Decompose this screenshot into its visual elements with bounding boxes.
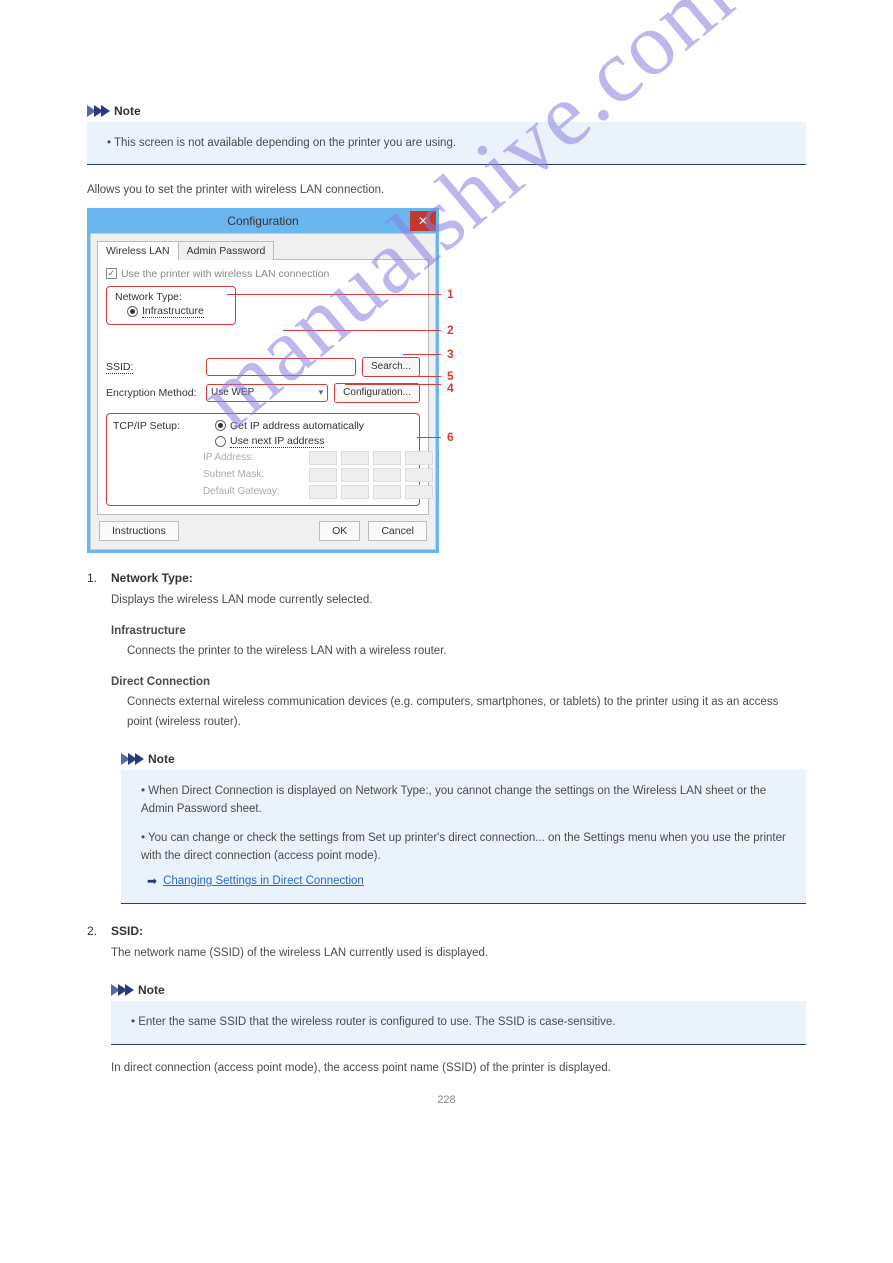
callout-2: 2	[447, 323, 454, 337]
ip-address-label: IP Address:	[203, 452, 303, 463]
arrow-right-icon: ➡	[147, 872, 157, 891]
use-next-ip-label: Use next IP address	[230, 435, 324, 448]
configuration-button[interactable]: Configuration...	[334, 383, 420, 403]
infrastructure-radio[interactable]	[127, 306, 138, 317]
use-next-ip-radio[interactable]	[215, 436, 226, 447]
item-1: 1. Network Type:	[87, 571, 806, 585]
tab-wireless-lan[interactable]: Wireless LAN	[97, 241, 179, 260]
encryption-value: Use WEP	[211, 387, 254, 398]
item-1-number: 1.	[87, 571, 105, 585]
callout-6: 6	[447, 430, 454, 444]
infrastructure-label: Infrastructure	[142, 305, 204, 318]
direct-connection-heading: Direct Connection	[111, 673, 806, 693]
dialog-title-text: Configuration	[227, 214, 298, 228]
chevron-icon	[121, 753, 142, 765]
direct-connection-link[interactable]: Changing Settings in Direct Connection	[163, 872, 364, 890]
get-ip-auto-label: Get IP address automatically	[230, 420, 364, 432]
chevron-icon	[87, 105, 108, 117]
chevron-down-icon: ▾	[319, 387, 324, 398]
note-content: • This screen is not available depending…	[87, 122, 806, 165]
subnet-mask-label: Subnet Mask:	[203, 469, 303, 480]
search-button[interactable]: Search...	[362, 357, 420, 377]
direct-connection-body: Connects external wireless communication…	[127, 693, 806, 732]
callout-3: 3	[447, 347, 454, 361]
ssid-input[interactable]	[206, 358, 356, 376]
item-1-line1: Displays the wireless LAN mode currently…	[111, 591, 806, 611]
note-block-top: Note • This screen is not available depe…	[87, 100, 806, 165]
tcpip-label: TCP/IP Setup:	[113, 420, 193, 432]
network-type-label: Network Type:	[115, 291, 227, 303]
use-wireless-label: Use the printer with wireless LAN connec…	[121, 268, 329, 280]
use-wireless-checkbox[interactable]: ✓	[106, 268, 117, 279]
callout-4: 4	[447, 381, 454, 395]
encryption-label: Encryption Method:	[106, 387, 200, 399]
item-2-line1: The network name (SSID) of the wireless …	[111, 944, 806, 964]
infrastructure-heading: Infrastructure	[111, 622, 806, 642]
cancel-button[interactable]: Cancel	[368, 521, 427, 541]
dialog-window: Configuration ✕ Wireless LAN Admin Passw…	[87, 208, 439, 553]
note-content-item2: • Enter the same SSID that the wireless …	[111, 1001, 806, 1044]
ok-button[interactable]: OK	[319, 521, 360, 541]
item-2-title: SSID:	[111, 924, 143, 938]
note-heading: Note	[114, 104, 141, 118]
close-icon[interactable]: ✕	[410, 211, 436, 231]
note-bullet-item1b: • You can change or check the settings f…	[141, 829, 792, 866]
callout-1: 1	[447, 287, 454, 301]
note-bullet: • This screen is not available depending…	[107, 134, 792, 152]
intro-text: Allows you to set the printer with wirel…	[87, 181, 806, 199]
encryption-select[interactable]: Use WEP ▾	[206, 384, 328, 402]
dialog-titlebar: Configuration ✕	[90, 211, 436, 233]
note-bullet-item2: • Enter the same SSID that the wireless …	[131, 1013, 792, 1031]
note-block-item2: Note • Enter the same SSID that the wire…	[111, 979, 806, 1044]
instructions-button[interactable]: Instructions	[99, 521, 179, 541]
note-bullet-item1a: • When Direct Connection is displayed on…	[141, 782, 792, 819]
infrastructure-body: Connects the printer to the wireless LAN…	[127, 642, 806, 662]
default-gateway-label: Default Gateway:	[203, 486, 303, 497]
item-2-line2: In direct connection (access point mode)…	[111, 1059, 806, 1079]
page-number: 228	[0, 1094, 893, 1106]
tab-admin-password[interactable]: Admin Password	[178, 241, 275, 260]
chevron-icon	[111, 984, 132, 996]
item-1-title: Network Type:	[111, 571, 193, 585]
item-2-number: 2.	[87, 924, 105, 938]
note-heading-item2: Note	[138, 983, 165, 997]
note-content-item1: • When Direct Connection is displayed on…	[121, 770, 806, 904]
note-heading-item1: Note	[148, 752, 175, 766]
note-block-item1: Note • When Direct Connection is display…	[121, 748, 806, 904]
item-2: 2. SSID:	[87, 924, 806, 938]
config-screenshot: Configuration ✕ Wireless LAN Admin Passw…	[87, 208, 458, 553]
get-ip-auto-radio[interactable]	[215, 420, 226, 431]
ssid-label: SSID:	[106, 361, 200, 373]
